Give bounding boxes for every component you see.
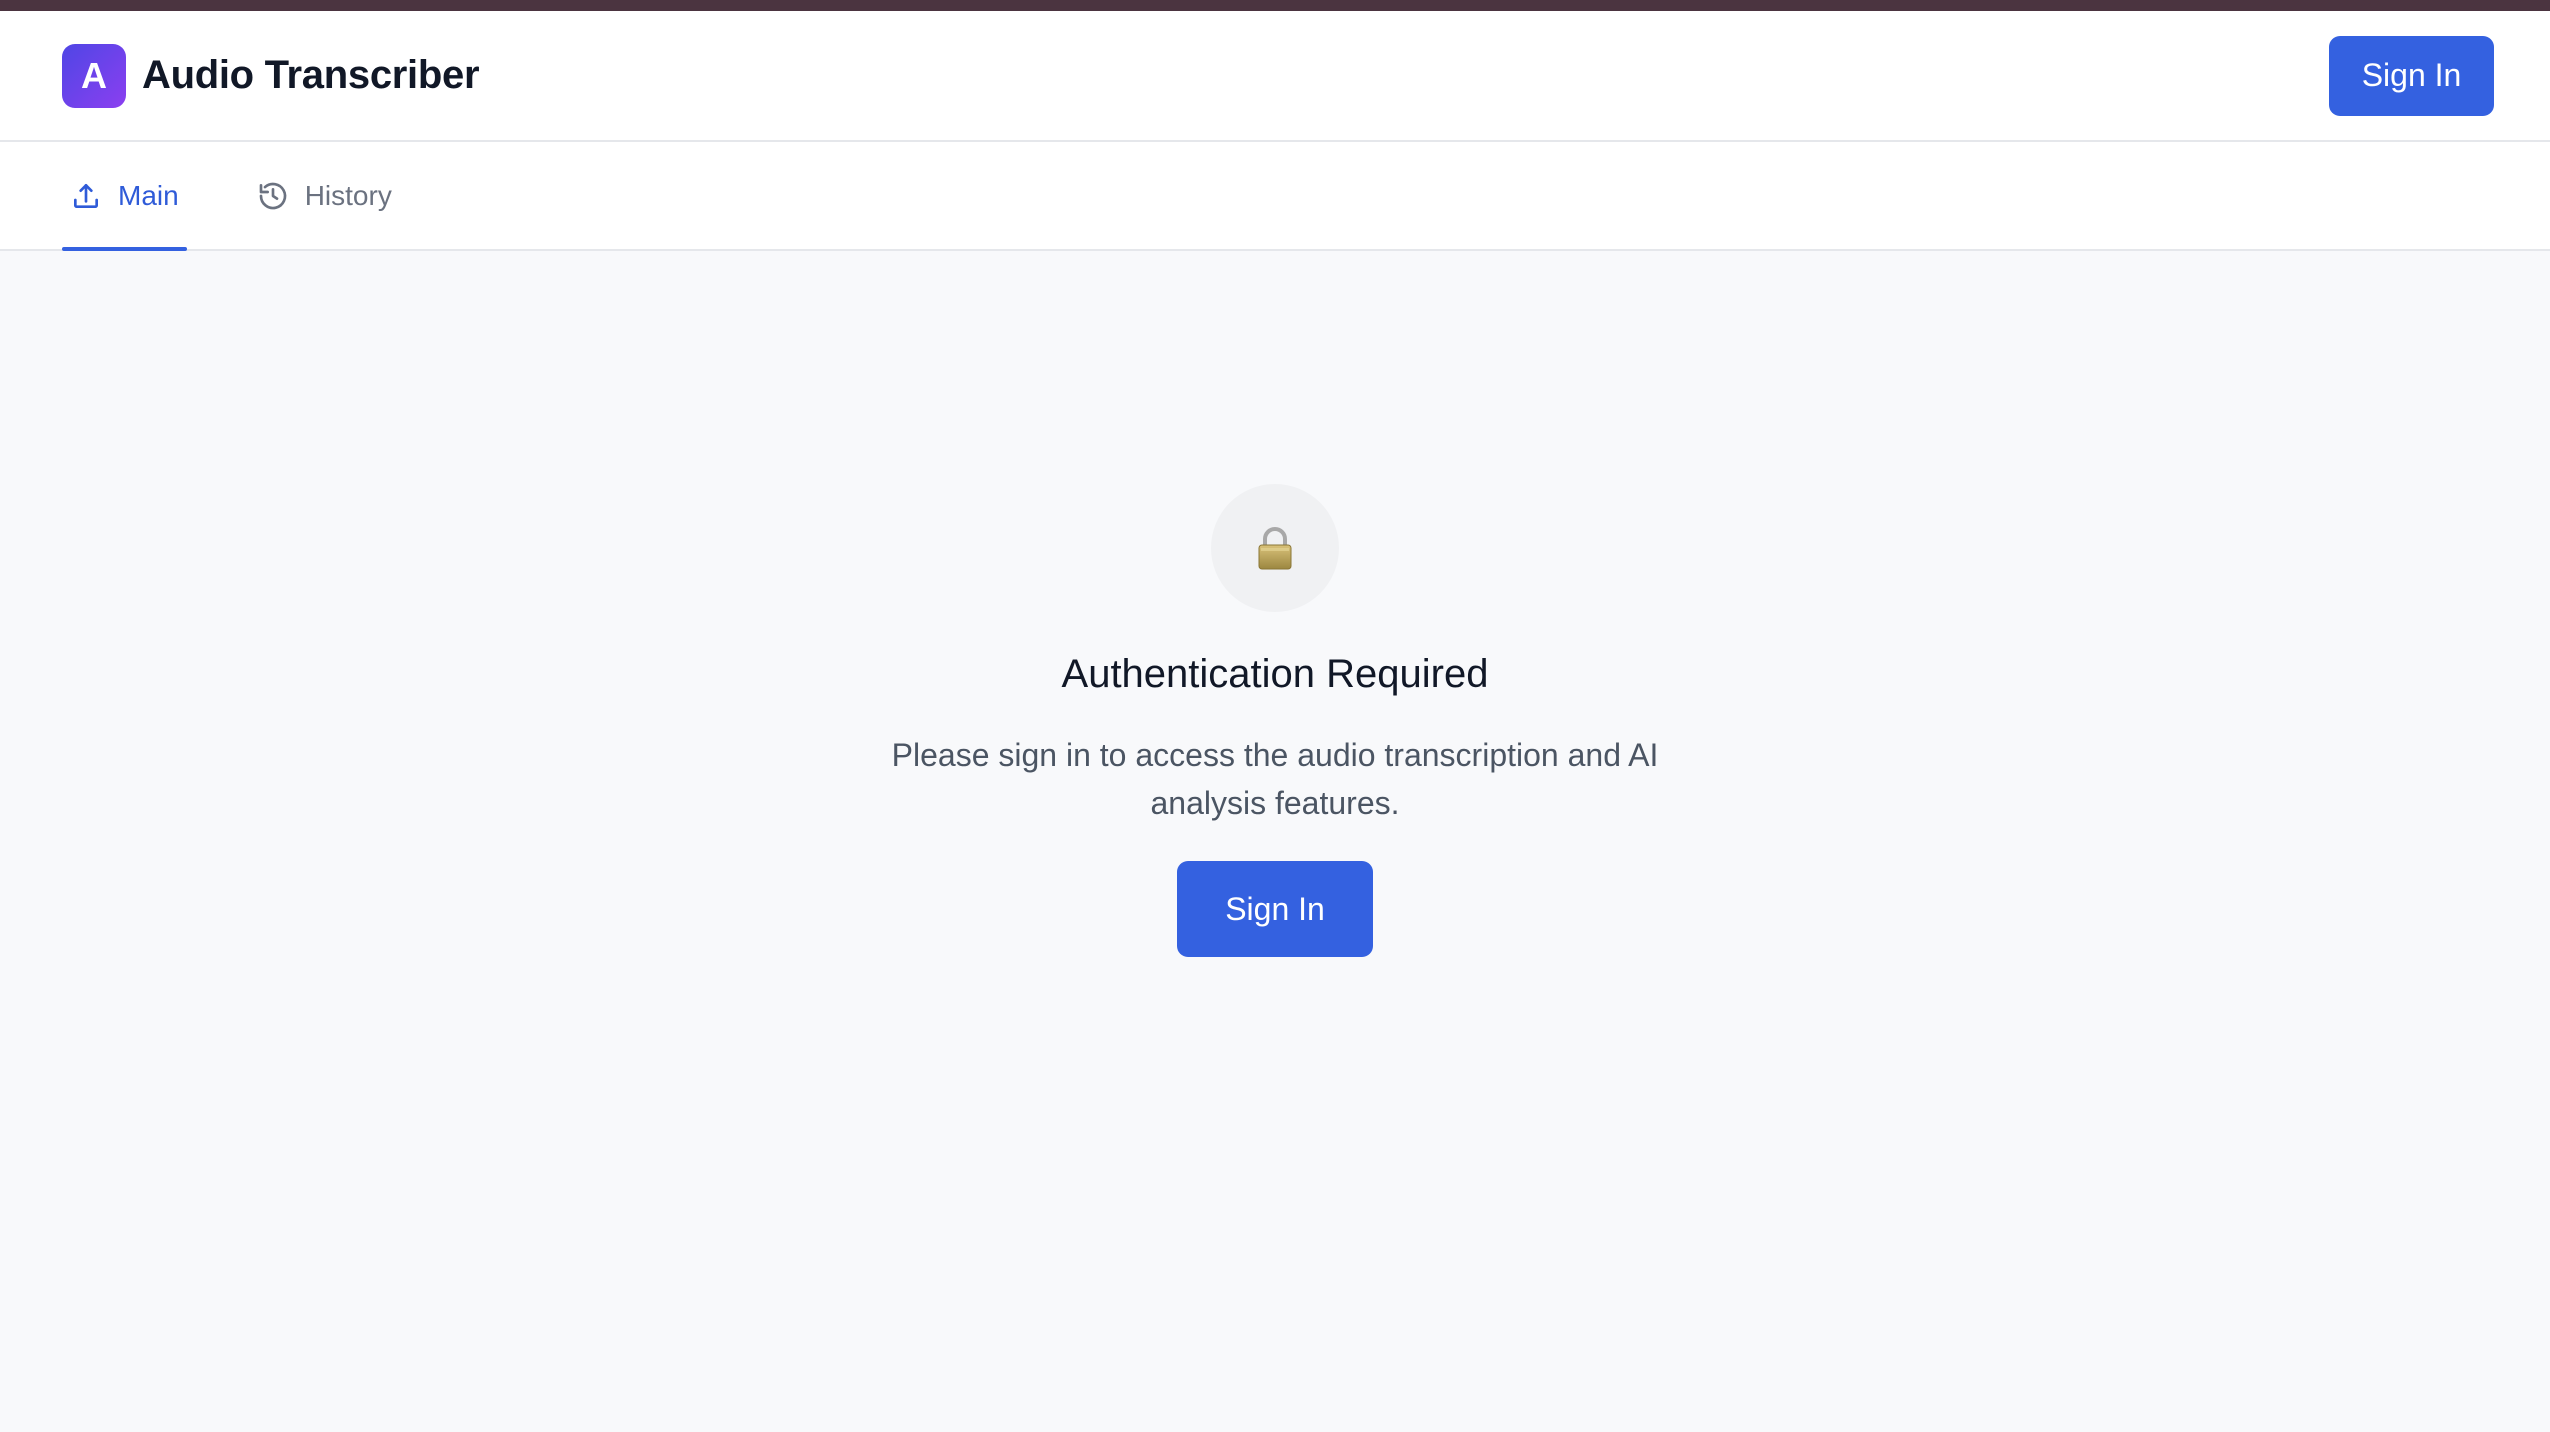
main-sign-in-button[interactable]: Sign In xyxy=(1177,861,1373,957)
auth-title: Authentication Required xyxy=(1061,652,1489,696)
lock-badge xyxy=(1211,484,1339,612)
window-top-strip xyxy=(0,0,2550,11)
tab-main[interactable]: Main xyxy=(62,142,187,251)
auth-description: Please sign in to access the audio trans… xyxy=(891,737,1659,821)
lock-icon xyxy=(1258,527,1292,570)
history-icon xyxy=(259,182,287,209)
brand: A Audio Transcriber xyxy=(62,43,480,108)
app-logo: A xyxy=(62,43,126,108)
app-title: Audio Transcriber xyxy=(142,53,480,97)
auth-panel: Authentication Required Please sign in t… xyxy=(0,251,2550,1432)
tab-history-label: History xyxy=(304,179,392,211)
tab-bar: Main History xyxy=(0,142,2550,251)
app-header: A Audio Transcriber Sign In xyxy=(0,11,2550,142)
tab-history[interactable]: History xyxy=(249,142,400,249)
tab-main-label: Main xyxy=(118,179,179,211)
upload-icon xyxy=(74,183,98,208)
header-sign-in-button[interactable]: Sign In xyxy=(2329,35,2494,116)
